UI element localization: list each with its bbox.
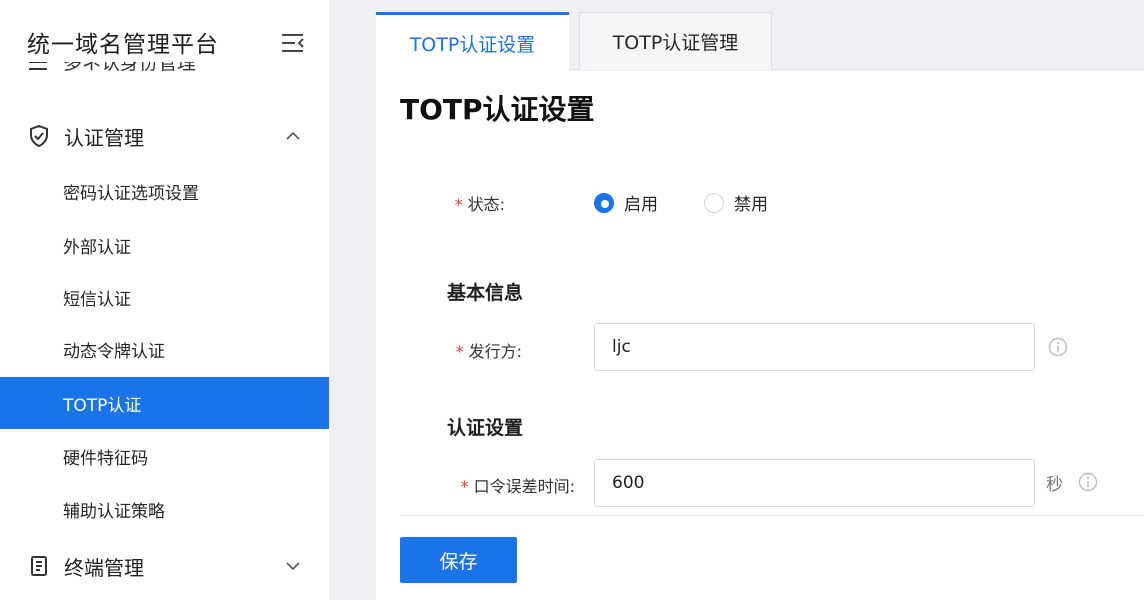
section-title-auth-settings: 认证设置 [447, 417, 524, 439]
sidebar-group-auth[interactable]: 认证管理 [0, 111, 329, 161]
shield-icon [30, 124, 48, 148]
app-title: 统一域名管理平台 [27, 32, 219, 58]
sidebar-item-assist-policy[interactable]: 辅助认证策略 [0, 483, 329, 535]
page-title: TOTP认证设置 [400, 93, 595, 126]
info-icon[interactable] [1048, 337, 1068, 357]
info-icon[interactable] [1078, 472, 1098, 492]
radio-checked-icon [594, 192, 614, 213]
sidebar-item-hardware-code[interactable]: 硬件特征码 [0, 430, 329, 482]
save-button[interactable]: 保存 [400, 537, 517, 583]
chevron-down-icon [286, 562, 300, 571]
chevron-up-icon [286, 131, 300, 140]
sidebar-group-terminal[interactable]: 终端管理 [0, 541, 329, 591]
radio-unchecked-icon [704, 192, 724, 213]
status-label: * 状态: [345, 191, 505, 215]
sidebar-group-label: 终端管理 [64, 555, 144, 580]
status-label-text: 状态: [467, 195, 505, 214]
unit-seconds: 秒 [1046, 475, 1063, 495]
tab-bar: TOTP认证设置 TOTP认证管理 [376, 12, 1144, 71]
required-mark: * [455, 342, 464, 361]
tolerance-input[interactable] [594, 459, 1035, 507]
tab-totp-settings[interactable]: TOTP认证设置 [376, 12, 569, 71]
sidebar-item-token-auth[interactable]: 动态令牌认证 [0, 323, 329, 375]
tolerance-label-text: 口令误差时间: [473, 477, 575, 496]
required-mark: * [454, 195, 463, 214]
menu-collapse-icon[interactable] [281, 33, 305, 53]
list-icon [29, 62, 47, 70]
sidebar-item-label: 多ネ认身份管理 [63, 62, 197, 74]
document-icon [31, 556, 47, 576]
sidebar-item-label: TOTP认证 [63, 395, 142, 416]
status-disable-radio[interactable]: 禁用 [704, 190, 768, 215]
sidebar-item-external-auth[interactable]: 外部认证 [0, 219, 329, 271]
sidebar-item-label: 动态令牌认证 [63, 341, 165, 362]
issuer-input[interactable] [594, 323, 1035, 371]
sidebar-item-password-auth[interactable]: 密码认证选项设置 [0, 165, 329, 217]
tolerance-label: * 口令误差时间: [415, 473, 575, 497]
sidebar-item-totp-auth[interactable]: TOTP认证 [0, 377, 329, 429]
sidebar-item-label: 密码认证选项设置 [63, 183, 199, 204]
required-mark: * [460, 477, 469, 496]
sidebar: 统一域名管理平台 多ネ认身份管理 认证管理 密码认证选项设置 外部认证 短信认证… [0, 0, 329, 600]
status-enable-radio[interactable]: 启用 [594, 190, 658, 215]
sidebar-item-sms-auth[interactable]: 短信认证 [0, 271, 329, 323]
issuer-label-text: 发行方: [468, 342, 522, 361]
radio-label: 禁用 [734, 195, 768, 215]
issuer-label: * 发行方: [362, 338, 522, 362]
sidebar-item-label: 硬件特征码 [63, 448, 148, 469]
sidebar-item-partial[interactable]: 多ネ认身份管理 [27, 62, 327, 90]
sidebar-item-label: 辅助认证策略 [63, 501, 165, 522]
sidebar-group-label: 认证管理 [64, 125, 144, 150]
radio-label: 启用 [624, 195, 658, 215]
section-title-basic-info: 基本信息 [447, 282, 524, 304]
sidebar-item-label: 短信认证 [63, 289, 131, 310]
sidebar-item-label: 外部认证 [63, 237, 131, 258]
tab-totp-management[interactable]: TOTP认证管理 [579, 12, 772, 70]
